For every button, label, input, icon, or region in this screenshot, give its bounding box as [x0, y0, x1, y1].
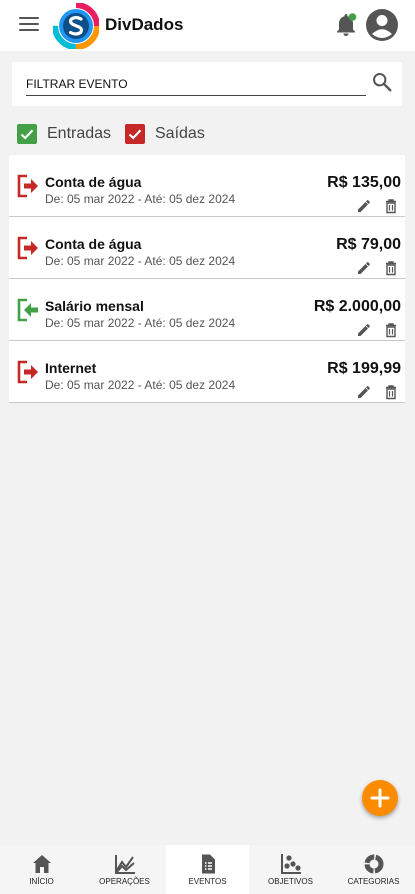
income-filter-toggle[interactable]: Entradas	[17, 122, 111, 146]
edit-icon[interactable]	[356, 322, 372, 338]
nav-label: OBJETIVOS	[268, 877, 313, 886]
income-checkbox[interactable]	[17, 124, 37, 144]
expense-exit-icon	[17, 236, 38, 260]
event-item[interactable]: Salário mensal De: 05 mar 2022 - Até: 05…	[9, 279, 405, 341]
edit-icon[interactable]	[356, 384, 372, 400]
income-enter-icon	[17, 298, 38, 322]
nav-objetivos[interactable]: OBJETIVOS	[249, 845, 332, 894]
event-dates: De: 05 mar 2022 - Até: 05 dez 2024	[45, 316, 236, 330]
expense-exit-icon	[17, 174, 38, 198]
trash-icon[interactable]	[383, 260, 399, 276]
event-dates: De: 05 mar 2022 - Até: 05 dez 2024	[45, 192, 236, 206]
notification-badge	[348, 13, 357, 21]
expense-filter-label: Saídas	[155, 125, 205, 142]
check-icon	[20, 129, 34, 140]
event-name: Internet	[45, 360, 97, 376]
filter-box	[12, 62, 402, 106]
nav-inicio[interactable]: INÍCIO	[0, 845, 83, 894]
check-icon	[128, 129, 142, 140]
nav-categorias[interactable]: CATEGORIAS	[332, 845, 415, 894]
app-logo	[53, 3, 99, 49]
chart-icon	[114, 855, 135, 874]
nav-label: CATEGORIAS	[347, 877, 400, 886]
add-event-button[interactable]	[362, 780, 398, 816]
document-icon	[201, 854, 215, 874]
event-value: R$ 199,99	[327, 360, 401, 377]
event-item[interactable]: Internet De: 05 mar 2022 - Até: 05 dez 2…	[9, 341, 405, 403]
nav-operacoes[interactable]: OPERAÇÕES	[83, 845, 166, 894]
plus-icon	[370, 788, 390, 808]
event-item[interactable]: Conta de água De: 05 mar 2022 - Até: 05 …	[9, 217, 405, 279]
bottom-navigation: INÍCIO OPERAÇÕES EVENTOS OBJETIVOS CATEG…	[0, 845, 415, 894]
event-dates: De: 05 mar 2022 - Até: 05 dez 2024	[45, 254, 236, 268]
filter-event-input[interactable]	[26, 72, 366, 96]
event-item[interactable]: Conta de água De: 05 mar 2022 - Até: 05 …	[9, 155, 405, 217]
event-value: R$ 79,00	[336, 236, 401, 253]
income-filter-label: Entradas	[47, 125, 112, 142]
trash-icon[interactable]	[383, 384, 399, 400]
home-icon	[32, 855, 51, 873]
trash-icon[interactable]	[383, 198, 399, 214]
event-dates: De: 05 mar 2022 - Até: 05 dez 2024	[45, 378, 236, 392]
event-value: R$ 2.000,00	[313, 298, 401, 315]
menu-icon[interactable]	[19, 15, 41, 33]
account-icon[interactable]	[365, 8, 399, 42]
search-icon[interactable]	[371, 71, 393, 93]
expense-filter-toggle[interactable]: Saídas	[125, 122, 205, 146]
scatter-icon	[280, 854, 301, 874]
expense-exit-icon	[17, 360, 38, 384]
event-list: Conta de água De: 05 mar 2022 - Até: 05 …	[9, 155, 405, 403]
nav-label: EVENTOS	[188, 877, 227, 886]
event-name: Conta de água	[45, 236, 142, 252]
bell-icon[interactable]	[334, 12, 358, 38]
event-value: R$ 135,00	[327, 174, 401, 191]
event-name: Conta de água	[45, 174, 142, 190]
event-name: Salário mensal	[45, 298, 144, 314]
edit-icon[interactable]	[356, 198, 372, 214]
trash-icon[interactable]	[383, 322, 399, 338]
nav-label: OPERAÇÕES	[99, 877, 150, 886]
nav-eventos[interactable]: EVENTOS	[166, 845, 249, 894]
categories-icon	[364, 854, 383, 874]
expense-checkbox[interactable]	[125, 124, 145, 144]
edit-icon[interactable]	[356, 260, 372, 276]
app-title: DivDados	[105, 15, 184, 34]
nav-label: INÍCIO	[29, 877, 54, 886]
app-bar: DivDados	[0, 0, 415, 51]
